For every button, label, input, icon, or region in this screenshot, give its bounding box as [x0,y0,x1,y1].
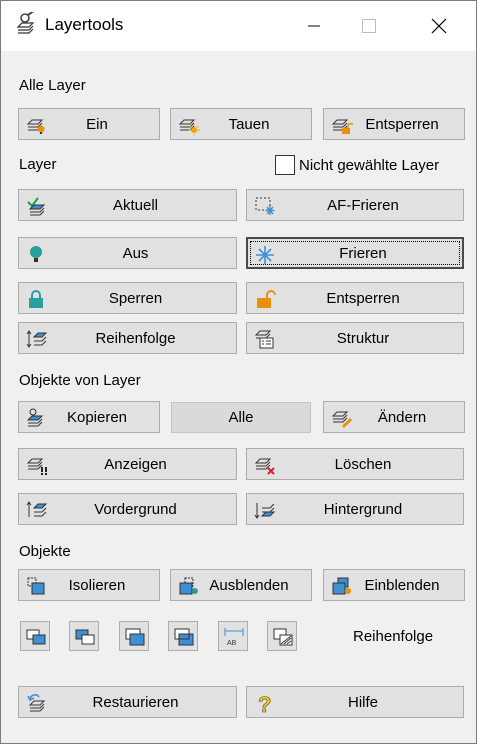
nicht-gewaehlte-label: Nicht gewählte Layer [299,157,440,174]
section-objekte-von-layer: Objekte von Layer [19,372,141,389]
layers-sun-icon [178,119,200,135]
layers-bulb-icon [26,119,45,134]
draw-front-icon [26,629,46,645]
isolieren-button[interactable]: Isolieren [18,569,160,601]
nicht-gewaehlte-checkbox[interactable] [275,155,295,175]
svg-text:AB: AB [227,640,237,647]
layers-check-icon [27,197,46,216]
reihenfolge-label: Reihenfolge [353,628,434,645]
viewport-snowflake-icon [255,197,275,215]
minimize-button[interactable] [291,1,337,51]
draworder-front-button[interactable] [20,621,50,651]
bulb-icon [30,246,42,262]
layers-exclamation-icon [26,458,47,475]
layers-delete-icon [254,458,275,475]
hilfe-button[interactable]: ? Hilfe [246,686,464,718]
text-to-front-icon: AB [224,628,244,647]
draworder-above-button[interactable] [119,621,149,651]
window-title: Layertools [45,15,124,34]
maximize-button[interactable] [346,1,392,51]
aus-button[interactable]: Aus [18,237,237,269]
draw-back-icon [75,629,95,645]
draw-under-icon [174,628,194,646]
help-icon: ? [258,693,272,713]
sperren-button[interactable]: Sperren [18,282,237,314]
frieren-button[interactable]: Frieren [246,237,464,269]
maximize-icon [362,19,376,33]
edit-layer-icon [331,411,352,428]
section-alle-layer: Alle Layer [19,77,86,94]
ein-button[interactable]: Ein [18,108,160,140]
close-button[interactable] [416,1,462,51]
alle-button[interactable]: Alle [171,402,311,433]
ausblenden-button[interactable]: Ausblenden [170,569,312,601]
entsperren-button[interactable]: Entsperren [246,282,464,314]
unhide-icon [332,577,351,595]
reihenfolge-button[interactable]: Reihenfolge [18,322,237,354]
layers-unlock-icon [331,119,353,134]
layertools-app-icon [16,12,35,34]
draworder-under-button[interactable] [168,621,198,651]
aendern-button[interactable]: Ändern [323,401,465,433]
isolate-icon [27,577,45,595]
hintergrund-button[interactable]: Hintergrund [246,493,464,525]
bring-front-icon [26,501,48,517]
send-back-icon [254,503,276,519]
section-layer: Layer [19,156,57,173]
entsperren-all-button[interactable]: Entsperren [323,108,465,140]
layertools-window: Layertools Alle Layer Ein Tauen Entsperr… [0,0,477,744]
title-bar[interactable]: Layertools [1,1,476,51]
svg-text:?: ? [258,693,271,713]
kopieren-button[interactable]: Kopieren [18,401,160,433]
section-objekte: Objekte [19,543,71,560]
lock-icon [29,290,43,308]
copy-objects-icon [26,408,44,427]
vordergrund-button[interactable]: Vordergrund [18,493,237,525]
draworder-hatch-button[interactable] [267,621,297,651]
draworder-text-button[interactable]: AB [218,621,248,651]
snowflake-icon [256,246,274,264]
restaurieren-button[interactable]: Restaurieren [18,686,237,718]
hide-icon [179,577,198,595]
unlock-icon [257,290,276,308]
tauen-button[interactable]: Tauen [170,108,312,140]
af-frieren-button[interactable]: AF-Frieren [246,189,464,221]
struktur-button[interactable]: Struktur [246,322,464,354]
layer-order-icon [26,330,48,348]
aktuell-button[interactable]: Aktuell [18,189,237,221]
anzeigen-button[interactable]: Anzeigen [18,448,237,480]
minimize-icon [308,25,320,27]
draworder-back-button[interactable] [69,621,99,651]
einblenden-button[interactable]: Einblenden [323,569,465,601]
draw-above-icon [125,628,145,646]
restore-icon [27,694,46,712]
hatch-to-back-icon [273,628,293,646]
structure-icon [254,330,274,349]
close-icon [431,18,447,34]
loeschen-button[interactable]: Löschen [246,448,464,480]
